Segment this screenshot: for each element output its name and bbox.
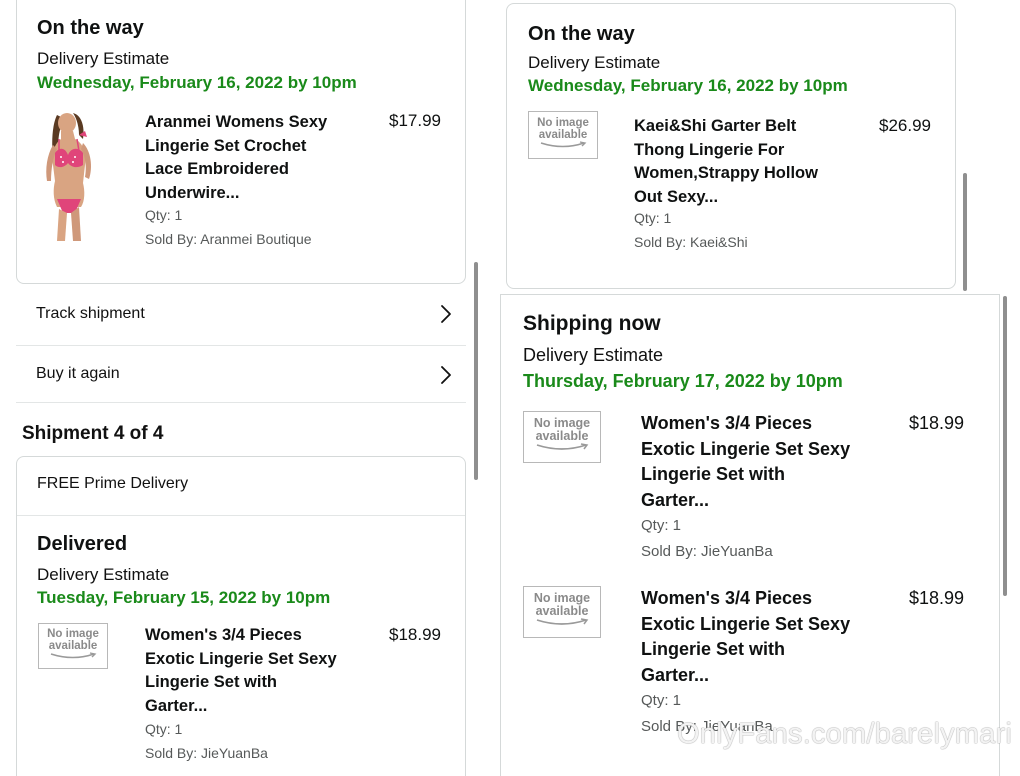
no-image-text: available xyxy=(535,429,589,444)
shipment-card-on-the-way: On the way Delivery Estimate Wednesday, … xyxy=(506,3,956,289)
product-image[interactable] xyxy=(43,109,97,241)
item-title-line: Women's 3/4 Pieces xyxy=(641,588,813,608)
no-image-text: available xyxy=(535,604,589,619)
item-title-line: Garter... xyxy=(641,664,710,685)
item-seller: Sold By: Aranmei Boutique xyxy=(145,231,312,247)
item-quantity: Qty: 1 xyxy=(641,692,682,709)
item-title-line: Lingerie Set Crochet xyxy=(145,136,307,155)
item-price: $18.99 xyxy=(909,588,965,608)
item-quantity: Qty: 1 xyxy=(145,721,183,737)
item-price: $18.99 xyxy=(389,625,441,644)
no-image-text: available xyxy=(48,640,98,653)
lingerie-photo-icon xyxy=(46,113,91,241)
no-image-placeholder[interactable]: No image available xyxy=(523,411,601,463)
shipment-card-delivered: FREE Prime Delivery Delivered Delivery E… xyxy=(16,456,466,776)
item-title[interactable]: Women's 3/4 Pieces Exotic Lingerie Set S… xyxy=(145,624,365,718)
order-item[interactable]: Aranmei Womens Sexy Lingerie Set Crochet… xyxy=(17,0,467,285)
item-title-line: Lace Embroidered xyxy=(145,160,289,178)
scrollbar[interactable] xyxy=(963,173,967,291)
no-image-text: No image xyxy=(537,117,589,129)
item-quantity: Qty: 1 xyxy=(145,207,183,223)
item-price: $17.99 xyxy=(389,111,441,130)
smile-arrow-icon xyxy=(50,652,97,659)
item-title[interactable]: Women's 3/4 Pieces Exotic Lingerie Set S… xyxy=(641,586,881,688)
chevron-right-icon xyxy=(441,366,451,384)
item-title-line: Exotic Lingerie Set Sexy xyxy=(641,613,851,634)
chevron-right-icon xyxy=(441,305,451,323)
smile-arrow-icon xyxy=(536,618,589,626)
item-title-line: Lingerie Set with xyxy=(145,673,278,691)
item-title-line: Out Sexy... xyxy=(634,187,719,206)
no-image-text: No image xyxy=(47,628,99,640)
item-title-line: Kaei&Shi Garter Belt xyxy=(634,117,797,135)
no-image-text: available xyxy=(538,129,588,142)
watermark: OnlyFans.com/barelymari xyxy=(677,718,1012,750)
item-seller: Sold By: Kaei&Shi xyxy=(634,234,748,250)
item-title[interactable]: Kaei&Shi Garter Belt Thong Lingerie For … xyxy=(634,115,844,209)
item-title-line: Women's 3/4 Pieces xyxy=(145,626,302,644)
shipment-card-on-the-way: On the way Delivery Estimate Wednesday, … xyxy=(16,0,466,284)
item-title-line: Aranmei Womens Sexy xyxy=(145,113,328,131)
no-image-placeholder[interactable]: No image available xyxy=(38,623,108,669)
track-shipment-row[interactable]: Track shipment xyxy=(16,285,466,343)
item-title-line: Women's 3/4 Pieces xyxy=(641,413,813,433)
item-title-line: Lingerie Set with xyxy=(641,639,786,659)
item-title-line: Thong Lingerie For xyxy=(634,140,785,159)
item-title-line: Exotic Lingerie Set Sexy xyxy=(145,649,337,668)
item-title-line: Underwire... xyxy=(145,183,240,202)
no-image-placeholder[interactable]: No image available xyxy=(523,586,601,638)
scrollbar[interactable] xyxy=(474,262,478,480)
item-price: $18.99 xyxy=(909,413,965,433)
item-quantity: Qty: 1 xyxy=(634,210,672,226)
item-title-line: Women,Strappy Hollow xyxy=(634,164,818,182)
shipment-count-heading: Shipment 4 of 4 xyxy=(22,423,164,444)
shipment-card-shipping-now: Shipping now Delivery Estimate Thursday,… xyxy=(500,294,1000,776)
item-seller: Sold By: JieYuanBa xyxy=(145,745,268,761)
item-price: $26.99 xyxy=(879,116,931,135)
left-pane: On the way Delivery Estimate Wednesday, … xyxy=(0,0,500,776)
order-item[interactable]: No image available Kaei&Shi Garter Belt … xyxy=(507,4,957,290)
order-item[interactable]: No image available Women's 3/4 Pieces Ex… xyxy=(501,470,1001,740)
smile-arrow-icon xyxy=(536,443,589,451)
smile-arrow-icon xyxy=(540,141,587,148)
right-pane: On the way Delivery Estimate Wednesday, … xyxy=(500,0,1020,776)
track-shipment-label: Track shipment xyxy=(36,305,145,322)
buy-it-again-label: Buy it again xyxy=(36,365,120,382)
item-title[interactable]: Aranmei Womens Sexy Lingerie Set Crochet… xyxy=(145,111,355,205)
scrollbar[interactable] xyxy=(1003,296,1007,596)
buy-it-again-row[interactable]: Buy it again xyxy=(16,345,466,403)
order-item[interactable]: No image available Women's 3/4 Pieces Ex… xyxy=(17,457,467,776)
no-image-placeholder[interactable]: No image available xyxy=(528,111,598,159)
item-title-line: Exotic Lingerie Set Sexy xyxy=(641,438,851,459)
item-title-line: Garter... xyxy=(145,696,208,715)
